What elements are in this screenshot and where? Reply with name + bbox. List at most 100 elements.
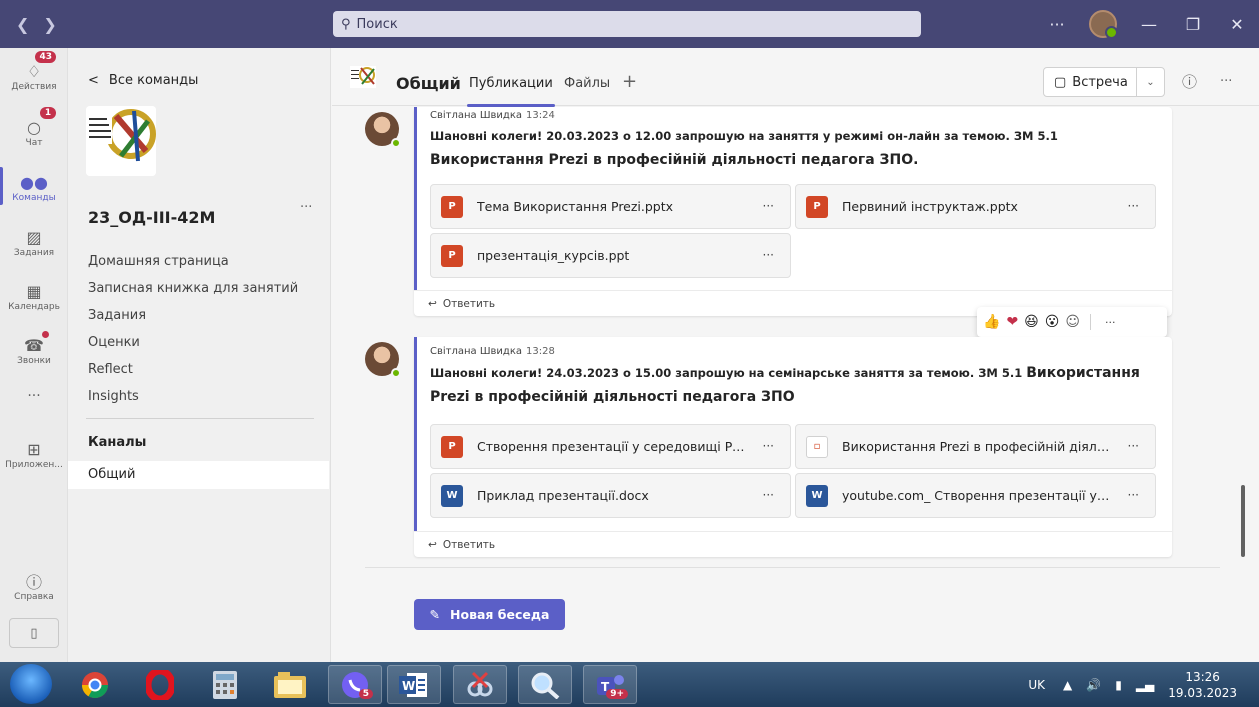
channels-heading: Каналы: [88, 435, 147, 450]
team-link-reflect[interactable]: Reflect: [88, 361, 298, 388]
attachment-card[interactable]: P презентація_курсів.ppt ···: [430, 233, 791, 278]
like-reaction-icon[interactable]: 👍: [983, 314, 1000, 330]
meet-button[interactable]: ▢ Встреча ⌄: [1043, 67, 1165, 97]
new-conversation-button[interactable]: ✎ Новая беседа: [414, 599, 565, 630]
search-input[interactable]: ⚲ Поиск: [333, 11, 921, 37]
file-explorer-icon[interactable]: [263, 665, 317, 704]
rail-calendar[interactable]: ▦ Календарь: [0, 280, 68, 313]
reply-icon: ↩: [428, 538, 437, 551]
assignments-icon: ▨: [26, 227, 42, 247]
team-link-insights[interactable]: Insights: [88, 388, 298, 415]
language-indicator[interactable]: UK: [1028, 678, 1045, 692]
viber-icon[interactable]: 5: [328, 665, 382, 704]
activity-badge: 43: [35, 51, 56, 63]
attachment-more-button[interactable]: ···: [1128, 488, 1139, 502]
heart-reaction-icon[interactable]: ❤: [1006, 314, 1018, 330]
snipping-tool-icon[interactable]: [453, 665, 507, 704]
rail-chat[interactable]: ○ 1 Чат: [0, 107, 68, 148]
magnifier-icon[interactable]: [518, 665, 572, 704]
rail-more[interactable]: ···: [0, 388, 68, 404]
video-camera-icon: ▢: [1054, 74, 1067, 90]
compose-icon: ✎: [429, 607, 441, 622]
author-avatar[interactable]: [365, 342, 401, 378]
feed-scrollbar[interactable]: [1241, 485, 1245, 557]
message-more-button[interactable]: ···: [1105, 316, 1116, 329]
tab-posts[interactable]: Публикации: [467, 76, 555, 107]
author-avatar[interactable]: [365, 112, 401, 148]
attachment-card[interactable]: P Тема Використання Prezi.pptx ···: [430, 184, 791, 229]
attachment-card[interactable]: ▫ Використання Prezi в професійній діяль…: [795, 424, 1156, 469]
rail-teams[interactable]: ●● Команды: [0, 167, 68, 205]
clock[interactable]: 13:26 19.03.2023: [1168, 669, 1237, 701]
calculator-icon[interactable]: [198, 665, 252, 704]
back-arrow-icon[interactable]: ❮: [16, 15, 29, 34]
windows-start-icon[interactable]: [10, 664, 52, 704]
tab-files[interactable]: Файлы: [564, 76, 610, 91]
reply-label: Ответить: [442, 538, 496, 551]
opera-icon[interactable]: [133, 665, 187, 704]
phone-icon: ☎: [23, 331, 49, 356]
post-author[interactable]: Світлана Швидка: [430, 346, 522, 357]
reply-label: Ответить: [442, 297, 496, 310]
windows-taskbar: 5 W T 9+ UK ▲ 🔊 ▮ ▂▄ 13:26 19.03.2023: [0, 662, 1259, 707]
post-text-line2: Prezi в професійній діяльності педагога …: [430, 389, 795, 405]
team-link-home[interactable]: Домашняя страница: [88, 253, 298, 280]
teams-taskbar-icon[interactable]: T 9+: [583, 665, 637, 704]
channel-more-button[interactable]: ···: [1220, 74, 1232, 89]
attachment-name: Приклад презентації.docx: [477, 488, 649, 503]
post-text-line1: Шановні колеги! 20.03.2023 о 12.00 запро…: [430, 129, 1058, 143]
surprised-reaction-icon[interactable]: 😮: [1045, 314, 1060, 330]
help-icon: ⓘ: [25, 573, 42, 592]
all-teams-link[interactable]: < Все команды: [88, 73, 198, 88]
rail-assignments[interactable]: ▨ Задания: [0, 226, 68, 259]
tray-expand-icon[interactable]: ▲: [1063, 678, 1072, 692]
attachment-name: презентація_курсів.ppt: [477, 248, 630, 263]
attachment-card[interactable]: P Створення презентації у середовищі Pre…: [430, 424, 791, 469]
presence-available-icon: [391, 138, 401, 148]
team-link-assignments[interactable]: Задания: [88, 307, 298, 334]
forward-arrow-icon[interactable]: ❯: [43, 15, 56, 34]
close-icon[interactable]: ✕: [1215, 0, 1259, 48]
minimize-icon[interactable]: —: [1127, 0, 1171, 48]
team-more-button[interactable]: ···: [300, 200, 312, 215]
attachment-card[interactable]: P Первиний інструктаж.pptx ···: [795, 184, 1156, 229]
attachment-more-button[interactable]: ···: [763, 199, 774, 213]
chrome-icon[interactable]: [68, 665, 122, 704]
power-icon[interactable]: ▮: [1115, 678, 1122, 692]
reply-button[interactable]: ↩ Ответить: [414, 531, 1172, 557]
post-accent-bar: [414, 107, 417, 290]
rail-apps[interactable]: ⊞ Приложен...: [0, 438, 68, 471]
more-icon: ···: [27, 388, 41, 404]
user-avatar[interactable]: [1089, 10, 1118, 39]
settings-more-button[interactable]: ···: [1035, 0, 1079, 48]
rail-calls[interactable]: ☎ Звонки: [0, 331, 68, 366]
rail-label: Календарь: [8, 302, 60, 312]
attachment-card[interactable]: W youtube.com_ Створення презентації у P…: [795, 473, 1156, 518]
powerpoint-file-icon: P: [441, 435, 463, 458]
team-link-grades[interactable]: Оценки: [88, 334, 298, 361]
team-logo: [86, 106, 156, 176]
calls-dot: [42, 331, 49, 338]
attachment-more-button[interactable]: ···: [1128, 199, 1139, 213]
network-signal-icon[interactable]: ▂▄: [1136, 678, 1154, 692]
attachment-more-button[interactable]: ···: [763, 488, 774, 502]
volume-icon[interactable]: 🔊: [1086, 678, 1101, 692]
team-link-notebook[interactable]: Записная книжка для занятий: [88, 280, 298, 307]
channel-item-general[interactable]: Общий: [68, 461, 329, 489]
attachment-more-button[interactable]: ···: [763, 439, 774, 453]
rail-activity[interactable]: ♢ 43 Действия: [0, 51, 68, 92]
word-icon[interactable]: W: [387, 665, 441, 704]
info-icon[interactable]: ⓘ: [1182, 71, 1197, 92]
attachment-card[interactable]: W Приклад презентації.docx ···: [430, 473, 791, 518]
add-tab-button[interactable]: +: [622, 71, 637, 92]
add-reaction-icon[interactable]: ☺: [1065, 314, 1080, 330]
post-author[interactable]: Світлана Швидка: [430, 110, 522, 121]
device-icon[interactable]: ▯: [9, 618, 59, 648]
laugh-reaction-icon[interactable]: 😆: [1024, 314, 1039, 330]
attachment-more-button[interactable]: ···: [1128, 439, 1139, 453]
meet-now[interactable]: ▢ Встреча: [1044, 75, 1136, 90]
attachment-more-button[interactable]: ···: [763, 248, 774, 262]
chevron-down-icon[interactable]: ⌄: [1136, 67, 1164, 97]
rail-help[interactable]: ⓘ Справка: [0, 570, 68, 602]
maximize-icon[interactable]: ❐: [1171, 0, 1215, 48]
